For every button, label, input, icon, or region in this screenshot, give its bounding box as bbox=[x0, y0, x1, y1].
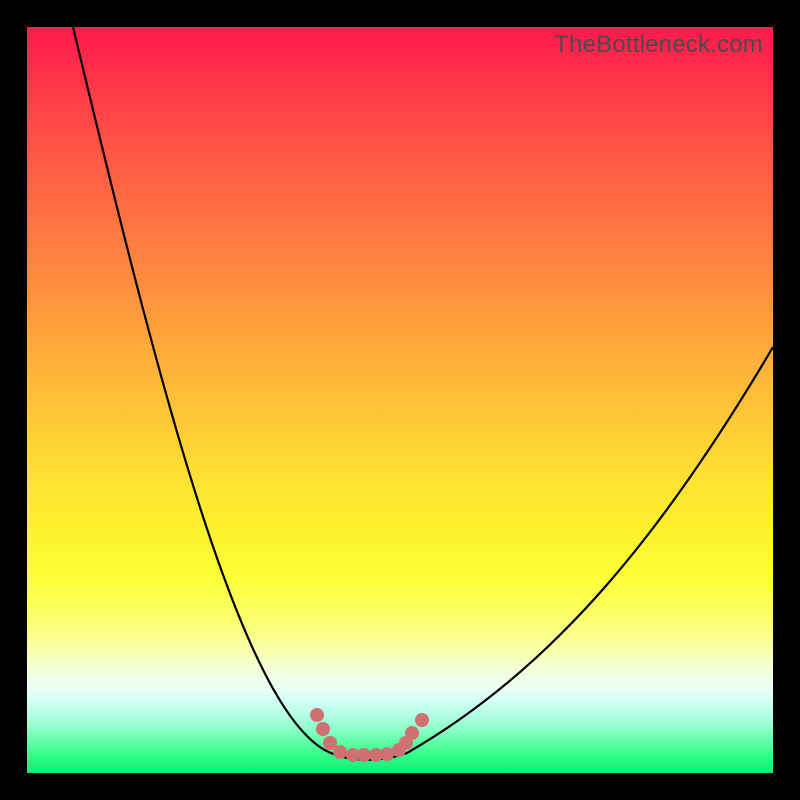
trough-dot bbox=[415, 713, 429, 727]
bottleneck-curve bbox=[73, 27, 773, 760]
trough-dot bbox=[405, 726, 419, 740]
trough-dot bbox=[333, 745, 347, 759]
trough-dot bbox=[357, 748, 371, 762]
trough-dots-group bbox=[310, 708, 429, 762]
chart-svg bbox=[27, 27, 773, 773]
trough-dot bbox=[380, 747, 394, 761]
trough-dot bbox=[316, 722, 330, 736]
trough-dot bbox=[310, 708, 324, 722]
plot-area: TheBottleneck.com bbox=[27, 27, 773, 773]
